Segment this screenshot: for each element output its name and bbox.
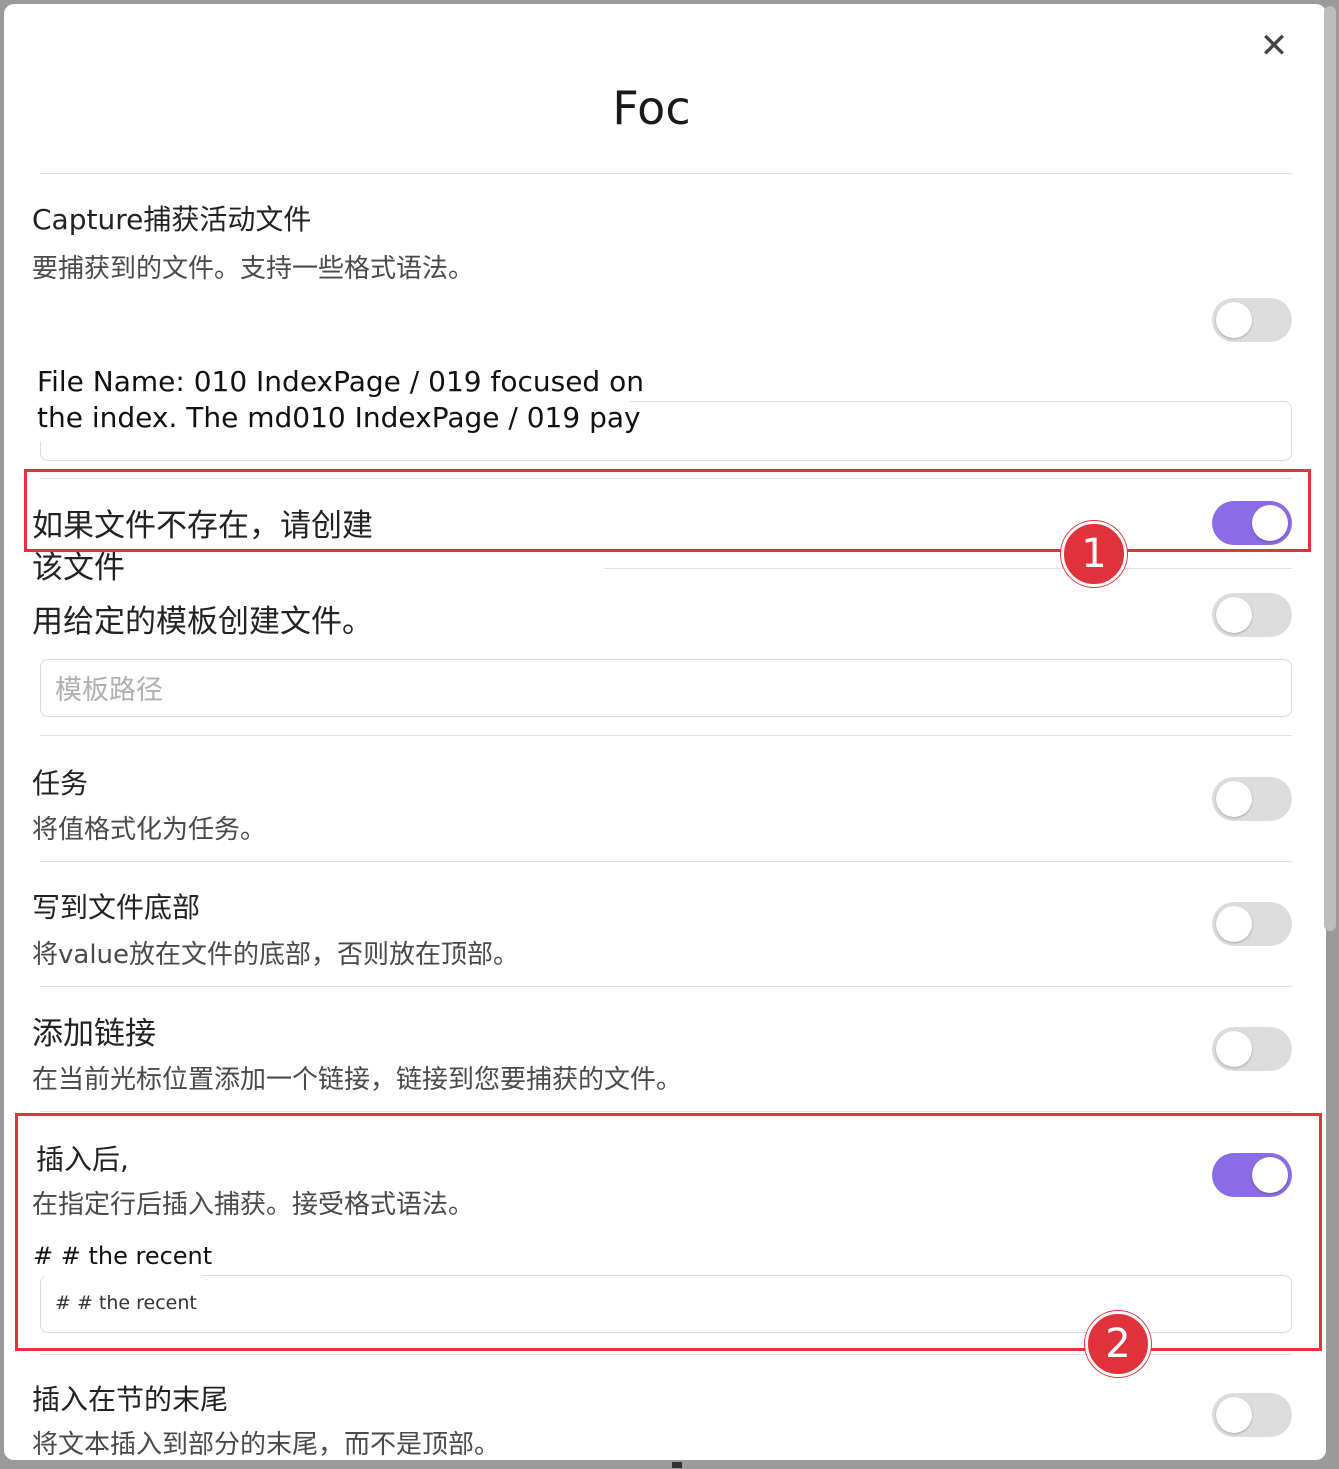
tooltip-line-2: the index. The md010 IndexPage / 019 pay [37,401,641,434]
divider [40,861,1292,862]
task-label: 任务 [32,767,89,800]
toggle-knob [1216,781,1252,817]
create-if-missing-label-2: 该文件 [32,550,125,586]
insert-end-description: 将文本插入到部分的末尾，而不是顶部。 [32,1430,501,1460]
toggle-knob [1216,1031,1252,1067]
toggle-knob [1216,906,1252,942]
write-bottom-label: 写到文件底部 [32,891,201,924]
divider [40,735,1292,736]
annotation-badge-1: 1 [1061,521,1127,587]
capture-description: 要捕获到的文件。支持一些格式语法。 [32,254,475,284]
tooltip-line-1: File Name: 010 IndexPage / 019 focused o… [37,365,644,398]
toggle-knob [1216,302,1252,338]
divider [604,568,1292,569]
add-link-description: 在当前光标位置添加一个链接，链接到您要捕获的文件。 [32,1065,683,1095]
toggle-knob [1216,597,1252,633]
write-bottom-description: 将value放在文件的底部，否则放在顶部。 [32,940,520,970]
add-link-toggle[interactable] [1212,1027,1292,1071]
close-icon[interactable]: ✕ [1256,28,1292,64]
template-label: 用给定的模板创建文件。 [32,604,373,640]
divider [40,173,1292,174]
scrollbar[interactable] [1324,6,1336,931]
divider [40,986,1292,987]
modal-title: Foc [612,81,691,135]
capture-tooltip: File Name: 010 IndexPage / 019 focused o… [32,362,644,442]
toggle-knob [1216,1397,1252,1433]
template-path-placeholder: 模板路径 [55,675,163,706]
bottom-marker [672,1462,682,1468]
capture-toggle[interactable] [1212,298,1292,342]
insert-end-toggle[interactable] [1212,1393,1292,1437]
insert-end-label: 插入在节的末尾 [32,1383,229,1416]
divider [40,1111,1292,1112]
add-link-label: 添加链接 [32,1016,156,1052]
annotation-badge-2: 2 [1085,1311,1151,1377]
task-description: 将值格式化为任务。 [32,815,267,845]
task-toggle[interactable] [1212,777,1292,821]
write-bottom-toggle[interactable] [1212,902,1292,946]
template-toggle[interactable] [1212,593,1292,637]
template-path-input[interactable]: 模板路径 [40,659,1292,717]
capture-label: Capture捕获活动文件 [32,203,312,236]
